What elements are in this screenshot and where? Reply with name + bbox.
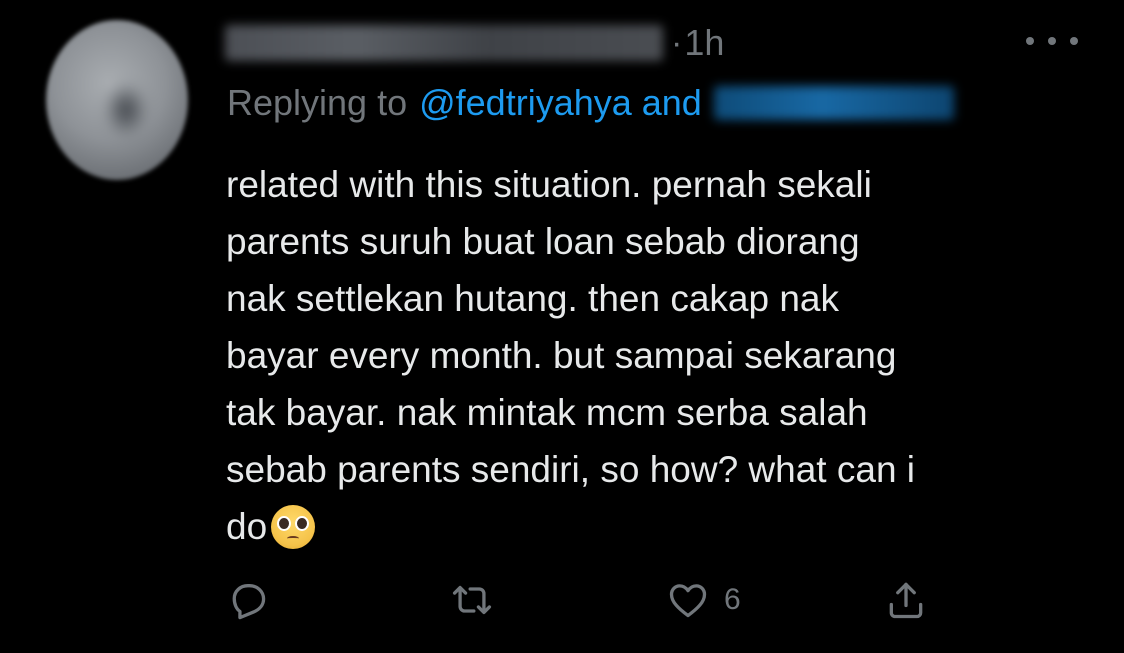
like-button[interactable]: 6 xyxy=(666,574,741,626)
timestamp[interactable]: 1h xyxy=(684,22,724,64)
share-button[interactable] xyxy=(884,574,928,626)
retweet-icon xyxy=(452,585,492,615)
replying-to: Replying to @fedtriyahya and xyxy=(227,80,954,126)
reply-button[interactable] xyxy=(226,574,270,626)
tweet-text-line: nak settlekan hutang. then cakap nak xyxy=(226,278,839,319)
replying-to-label: Replying to xyxy=(227,82,408,123)
tweet: · 1h Replying to @fedtriyahya and relate… xyxy=(0,0,1124,653)
pleading-face-icon xyxy=(271,504,316,549)
like-count: 6 xyxy=(724,583,741,616)
tweet-text: related with this situation. pernah seka… xyxy=(226,156,1076,555)
tweet-text-line: parents suruh buat loan sebab diorang xyxy=(226,221,860,262)
tweet-header: · 1h xyxy=(225,20,724,66)
tweet-text-line: related with this situation. pernah seka… xyxy=(226,164,872,205)
blurred-handle[interactable] xyxy=(713,86,954,120)
share-icon xyxy=(889,582,923,619)
tweet-text-line: sebab parents sendiri, so how? what can … xyxy=(226,449,916,490)
reply-and-link[interactable]: and xyxy=(642,82,702,124)
avatar[interactable] xyxy=(46,20,188,180)
tweet-text-line: tak bayar. nak mintak mcm serba salah xyxy=(226,392,868,433)
action-bar: 6 xyxy=(222,574,942,626)
blurred-display-name[interactable] xyxy=(225,25,663,61)
tweet-text-end: do xyxy=(226,506,268,547)
separator-dot: · xyxy=(671,23,683,62)
reply-icon xyxy=(232,584,266,620)
tweet-text-line: bayar every month. but sampai sekarang xyxy=(226,335,897,376)
heart-icon xyxy=(669,584,707,618)
tweet-text-line-last: do xyxy=(226,498,1076,555)
reply-handle-link[interactable]: @fedtriyahya xyxy=(419,82,632,124)
retweet-button[interactable] xyxy=(450,574,494,626)
avatar-blur xyxy=(104,82,148,138)
more-options-icon[interactable] xyxy=(1026,26,1078,56)
